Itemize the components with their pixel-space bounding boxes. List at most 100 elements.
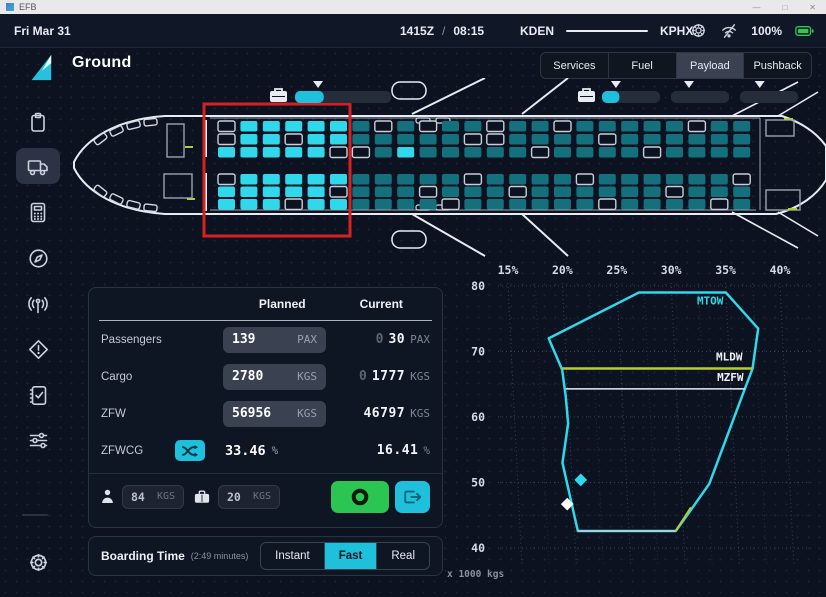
sidebar-item-failures[interactable] (16, 331, 60, 367)
sidebar-item-navigation[interactable] (16, 240, 60, 276)
zfwcg-swap-button[interactable] (175, 440, 205, 461)
seat[interactable] (308, 187, 325, 198)
seat[interactable] (218, 121, 235, 132)
seat[interactable] (330, 199, 347, 210)
per-pax-weight-input[interactable]: 84 KGS (122, 485, 184, 509)
sidebar-item-presets[interactable] (16, 422, 60, 458)
seat[interactable] (554, 121, 571, 132)
seat[interactable] (330, 174, 347, 185)
seat[interactable] (397, 147, 414, 158)
seat[interactable] (733, 134, 750, 145)
seat[interactable] (621, 187, 638, 198)
seat[interactable] (554, 187, 571, 198)
rear-cargo-bar-2[interactable] (671, 91, 729, 103)
seat[interactable] (487, 147, 504, 158)
seat[interactable] (487, 187, 504, 198)
boarding-option-real[interactable]: Real (377, 543, 429, 569)
seat[interactable] (576, 187, 593, 198)
seat[interactable] (487, 121, 504, 132)
seat[interactable] (599, 121, 616, 132)
seat[interactable] (420, 174, 437, 185)
seat[interactable] (733, 147, 750, 158)
seat[interactable] (352, 121, 369, 132)
seat[interactable] (218, 174, 235, 185)
seat[interactable] (218, 134, 235, 145)
seat[interactable] (644, 199, 661, 210)
sidebar-item-ground[interactable] (16, 148, 60, 184)
passengers-planned-input[interactable]: 139PAX (223, 327, 326, 353)
seat[interactable] (442, 134, 459, 145)
seat[interactable] (532, 134, 549, 145)
cargo-planned-input[interactable]: 2780KGS (223, 364, 326, 390)
seat[interactable] (352, 187, 369, 198)
seat[interactable] (509, 134, 526, 145)
seat[interactable] (330, 187, 347, 198)
seat[interactable] (733, 199, 750, 210)
seat[interactable] (285, 147, 302, 158)
seat[interactable] (532, 199, 549, 210)
minimize-button[interactable]: — (752, 3, 760, 12)
seat[interactable] (263, 187, 280, 198)
seat[interactable] (666, 121, 683, 132)
seat[interactable] (509, 199, 526, 210)
seat[interactable] (263, 121, 280, 132)
seat[interactable] (375, 121, 392, 132)
seat[interactable] (688, 134, 705, 145)
seat[interactable] (352, 174, 369, 185)
seat[interactable] (330, 121, 347, 132)
seat[interactable] (464, 199, 481, 210)
seat[interactable] (442, 147, 459, 158)
seat[interactable] (375, 187, 392, 198)
seat[interactable] (688, 174, 705, 185)
seat[interactable] (711, 147, 728, 158)
seat[interactable] (532, 147, 549, 158)
seat[interactable] (621, 121, 638, 132)
seat[interactable] (554, 147, 571, 158)
seat[interactable] (532, 174, 549, 185)
seat[interactable] (285, 174, 302, 185)
seat[interactable] (532, 187, 549, 198)
sidebar-item-performance[interactable] (16, 194, 60, 230)
seat[interactable] (285, 134, 302, 145)
seat[interactable] (308, 121, 325, 132)
seat[interactable] (688, 147, 705, 158)
sidebar-item-dashboard[interactable] (16, 104, 60, 140)
seat[interactable] (666, 199, 683, 210)
seat[interactable] (532, 121, 549, 132)
seat[interactable] (666, 187, 683, 198)
seat[interactable] (644, 121, 661, 132)
seat[interactable] (240, 121, 257, 132)
seat[interactable] (442, 121, 459, 132)
start-boarding-button[interactable] (331, 481, 389, 513)
seat[interactable] (375, 174, 392, 185)
seat[interactable] (509, 121, 526, 132)
seat[interactable] (330, 147, 347, 158)
seat[interactable] (599, 147, 616, 158)
seat[interactable] (397, 174, 414, 185)
seat[interactable] (397, 121, 414, 132)
seat[interactable] (420, 187, 437, 198)
seat[interactable] (509, 187, 526, 198)
seat[interactable] (509, 174, 526, 185)
seat[interactable] (420, 147, 437, 158)
seat[interactable] (375, 147, 392, 158)
seat[interactable] (240, 199, 257, 210)
seat[interactable] (576, 174, 593, 185)
seat[interactable] (420, 199, 437, 210)
seat[interactable] (599, 134, 616, 145)
seat[interactable] (285, 187, 302, 198)
seat[interactable] (711, 121, 728, 132)
gear-icon[interactable] (690, 22, 707, 39)
seat[interactable] (711, 134, 728, 145)
seat[interactable] (464, 174, 481, 185)
seat[interactable] (330, 134, 347, 145)
seat[interactable] (576, 134, 593, 145)
seat[interactable] (397, 199, 414, 210)
seat[interactable] (375, 134, 392, 145)
seat[interactable] (576, 147, 593, 158)
seat[interactable] (599, 199, 616, 210)
seat[interactable] (576, 121, 593, 132)
seat[interactable] (263, 134, 280, 145)
seat[interactable] (644, 187, 661, 198)
seat[interactable] (308, 174, 325, 185)
